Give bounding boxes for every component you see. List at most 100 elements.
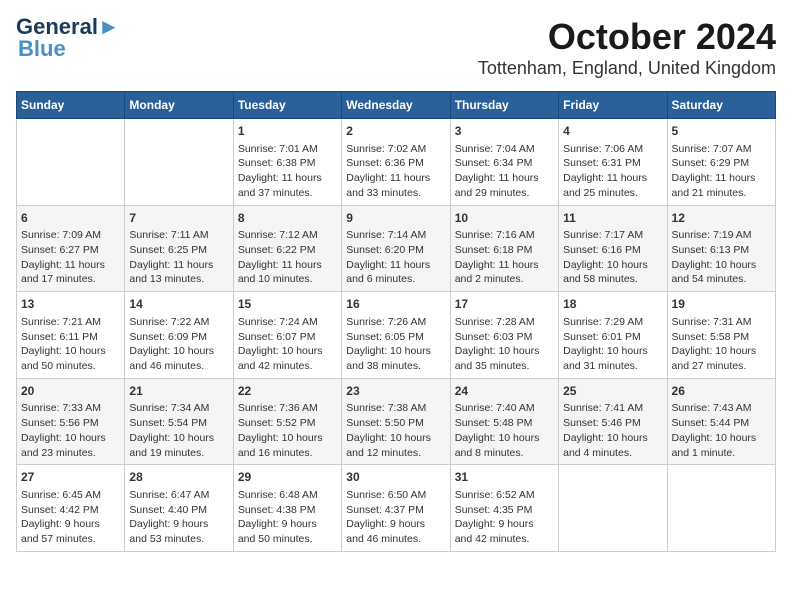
day-content-line: and 33 minutes. xyxy=(346,186,445,201)
calendar-week-row: 1Sunrise: 7:01 AMSunset: 6:38 PMDaylight… xyxy=(17,119,776,206)
day-content-line: Daylight: 10 hours xyxy=(21,344,120,359)
day-content-line: Sunset: 4:37 PM xyxy=(346,503,445,518)
day-content-line: Sunset: 5:56 PM xyxy=(21,416,120,431)
day-content-line: Sunrise: 7:02 AM xyxy=(346,142,445,157)
day-content-line: Daylight: 10 hours xyxy=(672,431,771,446)
day-content-line: and 57 minutes. xyxy=(21,532,120,547)
calendar-header-cell: Wednesday xyxy=(342,92,450,119)
calendar-body: 1Sunrise: 7:01 AMSunset: 6:38 PMDaylight… xyxy=(17,119,776,552)
day-number: 4 xyxy=(563,123,662,140)
calendar-day-cell: 30Sunrise: 6:50 AMSunset: 4:37 PMDayligh… xyxy=(342,465,450,552)
day-number: 12 xyxy=(672,210,771,227)
calendar-day-cell: 27Sunrise: 6:45 AMSunset: 4:42 PMDayligh… xyxy=(17,465,125,552)
calendar-day-cell xyxy=(559,465,667,552)
day-content-line: and 50 minutes. xyxy=(238,532,337,547)
day-content-line: Sunset: 6:11 PM xyxy=(21,330,120,345)
day-content-line: Sunrise: 6:47 AM xyxy=(129,488,228,503)
calendar-day-cell xyxy=(667,465,775,552)
day-content-line: Sunset: 6:31 PM xyxy=(563,156,662,171)
day-content-line: Sunset: 5:44 PM xyxy=(672,416,771,431)
day-content-line: Sunset: 6:05 PM xyxy=(346,330,445,345)
day-content-line: Sunrise: 7:17 AM xyxy=(563,228,662,243)
day-content-line: Sunset: 4:42 PM xyxy=(21,503,120,518)
day-content-line: Sunset: 6:16 PM xyxy=(563,243,662,258)
day-content-line: Sunset: 6:36 PM xyxy=(346,156,445,171)
day-content-line: Daylight: 11 hours xyxy=(346,171,445,186)
day-content-line: Sunset: 4:38 PM xyxy=(238,503,337,518)
day-content-line: Sunset: 5:54 PM xyxy=(129,416,228,431)
day-content-line: Sunset: 6:13 PM xyxy=(672,243,771,258)
day-content-line: Daylight: 10 hours xyxy=(346,431,445,446)
day-number: 6 xyxy=(21,210,120,227)
calendar-day-cell xyxy=(125,119,233,206)
calendar-header-cell: Tuesday xyxy=(233,92,341,119)
day-content-line: Sunrise: 7:33 AM xyxy=(21,401,120,416)
day-number: 14 xyxy=(129,296,228,313)
day-content-line: Sunset: 5:50 PM xyxy=(346,416,445,431)
day-content-line: and 46 minutes. xyxy=(129,359,228,374)
day-content-line: Sunset: 6:25 PM xyxy=(129,243,228,258)
page-header: General► Blue October 2024 Tottenham, En… xyxy=(16,16,776,79)
calendar-day-cell: 13Sunrise: 7:21 AMSunset: 6:11 PMDayligh… xyxy=(17,292,125,379)
day-number: 15 xyxy=(238,296,337,313)
day-content-line: Daylight: 11 hours xyxy=(455,258,554,273)
calendar-header-cell: Friday xyxy=(559,92,667,119)
day-content-line: and 23 minutes. xyxy=(21,446,120,461)
day-content-line: and 50 minutes. xyxy=(21,359,120,374)
day-number: 23 xyxy=(346,383,445,400)
calendar-header-cell: Saturday xyxy=(667,92,775,119)
calendar-day-cell: 4 Sunrise: 7:06 AMSunset: 6:31 PMDaylight… xyxy=(559,119,667,206)
day-content-line: Daylight: 9 hours xyxy=(129,517,228,532)
day-content-line: Sunset: 6:09 PM xyxy=(129,330,228,345)
day-content-line: Sunrise: 7:29 AM xyxy=(563,315,662,330)
calendar-day-cell: 31Sunrise: 6:52 AMSunset: 4:35 PMDayligh… xyxy=(450,465,558,552)
calendar-day-cell: 9Sunrise: 7:14 AMSunset: 6:20 PMDaylight… xyxy=(342,205,450,292)
day-number: 17 xyxy=(455,296,554,313)
day-content-line: Daylight: 10 hours xyxy=(563,344,662,359)
day-content-line: Sunrise: 7:31 AM xyxy=(672,315,771,330)
calendar-day-cell: 18Sunrise: 7:29 AMSunset: 6:01 PMDayligh… xyxy=(559,292,667,379)
day-content-line: Sunrise: 7:12 AM xyxy=(238,228,337,243)
day-number: 29 xyxy=(238,469,337,486)
calendar-day-cell: 22Sunrise: 7:36 AMSunset: 5:52 PMDayligh… xyxy=(233,378,341,465)
day-number: 30 xyxy=(346,469,445,486)
calendar-day-cell: 21Sunrise: 7:34 AMSunset: 5:54 PMDayligh… xyxy=(125,378,233,465)
calendar-day-cell: 7Sunrise: 7:11 AMSunset: 6:25 PMDaylight… xyxy=(125,205,233,292)
calendar-header-cell: Sunday xyxy=(17,92,125,119)
day-content-line: Daylight: 11 hours xyxy=(455,171,554,186)
calendar-day-cell: 20Sunrise: 7:33 AMSunset: 5:56 PMDayligh… xyxy=(17,378,125,465)
day-content-line: Sunrise: 7:28 AM xyxy=(455,315,554,330)
calendar-day-cell: 26Sunrise: 7:43 AMSunset: 5:44 PMDayligh… xyxy=(667,378,775,465)
calendar-day-cell: 25Sunrise: 7:41 AMSunset: 5:46 PMDayligh… xyxy=(559,378,667,465)
day-content-line: Sunrise: 6:52 AM xyxy=(455,488,554,503)
day-content-line: Sunrise: 7:06 AM xyxy=(563,142,662,157)
day-number: 18 xyxy=(563,296,662,313)
day-number: 3 xyxy=(455,123,554,140)
day-number: 27 xyxy=(21,469,120,486)
day-content-line: Sunset: 5:48 PM xyxy=(455,416,554,431)
day-content-line: and 1 minute. xyxy=(672,446,771,461)
calendar-week-row: 27Sunrise: 6:45 AMSunset: 4:42 PMDayligh… xyxy=(17,465,776,552)
day-number: 28 xyxy=(129,469,228,486)
day-content-line: Daylight: 11 hours xyxy=(563,171,662,186)
calendar-header-cell: Thursday xyxy=(450,92,558,119)
day-content-line: and 21 minutes. xyxy=(672,186,771,201)
day-content-line: Sunset: 6:20 PM xyxy=(346,243,445,258)
title-block: October 2024 Tottenham, England, United … xyxy=(478,16,776,79)
day-content-line: and 10 minutes. xyxy=(238,272,337,287)
day-number: 8 xyxy=(238,210,337,227)
day-content-line: Daylight: 10 hours xyxy=(238,431,337,446)
day-content-line: Daylight: 9 hours xyxy=(346,517,445,532)
day-content-line: Sunrise: 7:04 AM xyxy=(455,142,554,157)
day-number: 2 xyxy=(346,123,445,140)
day-content-line: Daylight: 10 hours xyxy=(129,431,228,446)
day-content-line: Sunrise: 7:34 AM xyxy=(129,401,228,416)
day-content-line: Daylight: 11 hours xyxy=(238,258,337,273)
day-content-line: Daylight: 11 hours xyxy=(346,258,445,273)
day-content-line: Sunrise: 7:11 AM xyxy=(129,228,228,243)
calendar-day-cell: 16Sunrise: 7:26 AMSunset: 6:05 PMDayligh… xyxy=(342,292,450,379)
day-content-line: Sunrise: 7:21 AM xyxy=(21,315,120,330)
day-content-line: Sunset: 5:52 PM xyxy=(238,416,337,431)
day-number: 31 xyxy=(455,469,554,486)
day-content-line: Sunrise: 7:14 AM xyxy=(346,228,445,243)
